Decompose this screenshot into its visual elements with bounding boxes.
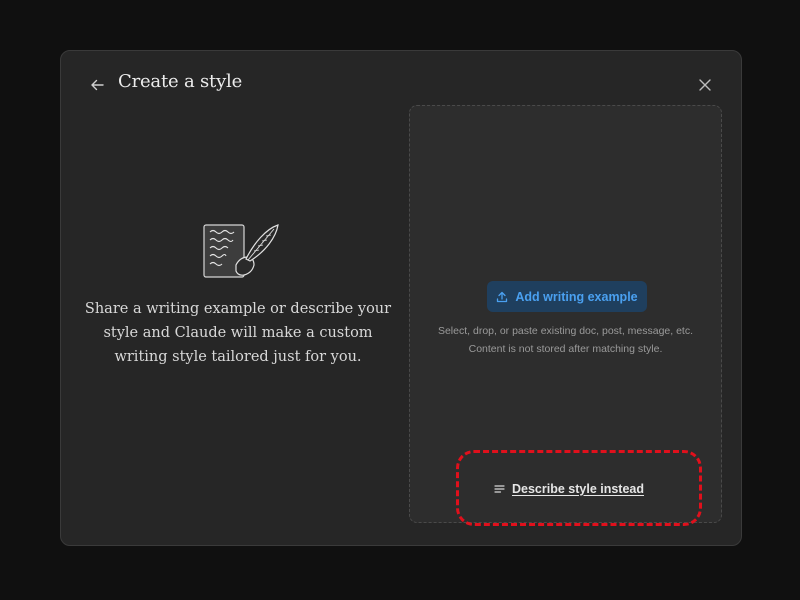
close-icon bbox=[699, 79, 711, 91]
intro-line: style and Claude will make a custom bbox=[103, 325, 373, 341]
writing-example-drop-zone[interactable]: Add writing example Select, drop, or pas… bbox=[409, 105, 722, 523]
describe-style-label: Describe style instead bbox=[512, 482, 645, 496]
page: Create a style Share a writing example o… bbox=[0, 0, 800, 600]
close-button[interactable] bbox=[695, 75, 715, 95]
dialog-title: Create a style bbox=[118, 71, 243, 92]
upload-hint-line: Content is not stored after matching sty… bbox=[468, 343, 663, 355]
intro-line: writing style tailored just for you. bbox=[114, 349, 362, 365]
create-style-dialog: Create a style Share a writing example o… bbox=[60, 50, 742, 546]
back-button[interactable] bbox=[87, 75, 107, 95]
add-writing-example-button[interactable]: Add writing example bbox=[487, 281, 647, 312]
upload-hint: Select, drop, or paste existing doc, pos… bbox=[410, 322, 721, 358]
intro-text: Share a writing example or describe your… bbox=[81, 297, 395, 369]
intro-line: Share a writing example or describe your bbox=[84, 301, 392, 317]
quill-and-page-illustration bbox=[203, 224, 279, 278]
add-writing-example-label: Add writing example bbox=[515, 289, 638, 304]
describe-style-button[interactable]: Describe style instead bbox=[494, 482, 644, 496]
upload-icon bbox=[497, 291, 508, 302]
upload-hint-line: Select, drop, or paste existing doc, pos… bbox=[437, 325, 694, 337]
text-lines-icon bbox=[494, 485, 505, 493]
intro-panel: Share a writing example or describe your… bbox=[81, 221, 395, 369]
arrow-left-icon bbox=[91, 79, 104, 91]
